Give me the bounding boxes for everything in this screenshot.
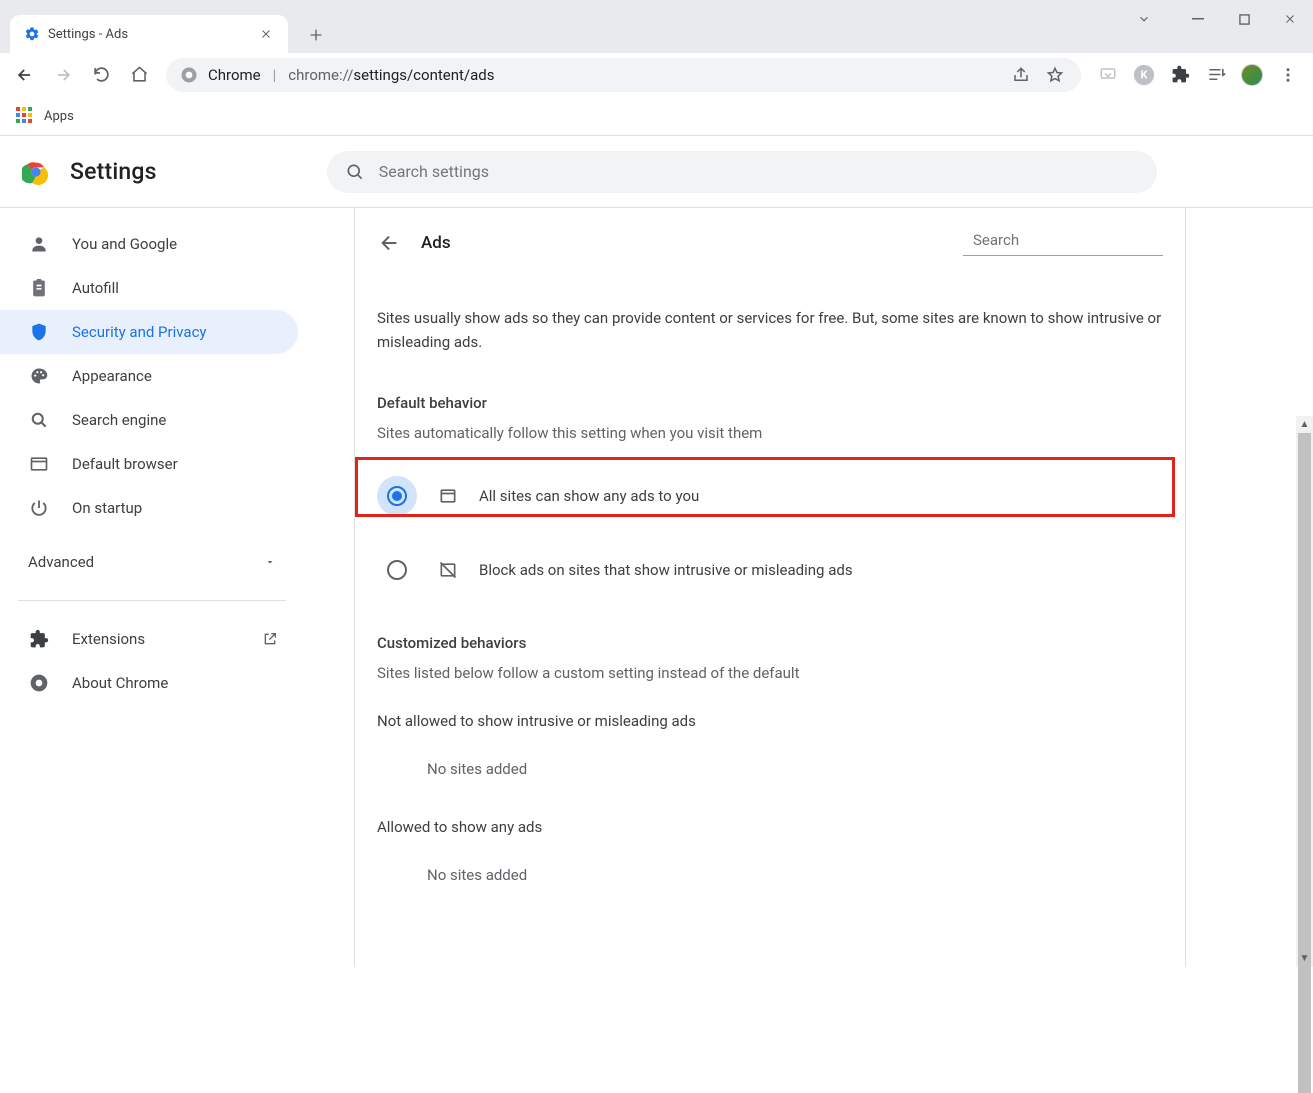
settings-sidebar: You and Google Autofill Security and Pri… bbox=[0, 208, 304, 967]
search-icon bbox=[28, 409, 50, 431]
panel-title: Ads bbox=[421, 233, 451, 253]
sidebar-item-on-startup[interactable]: On startup bbox=[0, 486, 298, 530]
sidebar-item-autofill[interactable]: Autofill bbox=[0, 266, 298, 310]
clipboard-icon bbox=[28, 277, 50, 299]
kebab-menu-icon[interactable] bbox=[1271, 58, 1305, 92]
option-block-label: Block ads on sites that show intrusive o… bbox=[479, 561, 853, 579]
not-allowed-heading: Not allowed to show intrusive or mislead… bbox=[377, 712, 1163, 730]
panel-back-button[interactable] bbox=[377, 230, 403, 256]
panel-search-input[interactable] bbox=[973, 231, 1172, 249]
option-block-row[interactable]: Block ads on sites that show intrusive o… bbox=[377, 536, 1163, 604]
browser-icon bbox=[28, 453, 50, 475]
person-icon bbox=[28, 233, 50, 255]
new-tab-button[interactable] bbox=[302, 21, 330, 49]
scroll-down-arrow[interactable]: ▼ bbox=[1296, 950, 1313, 967]
search-icon bbox=[345, 162, 365, 182]
omnibox[interactable]: Chrome | chrome://settings/content/ads bbox=[166, 58, 1081, 92]
profile-k-icon[interactable]: K bbox=[1127, 58, 1161, 92]
allowed-heading: Allowed to show any ads bbox=[377, 818, 1163, 836]
panel-description: Sites usually show ads so they can provi… bbox=[377, 306, 1163, 354]
pocket-icon[interactable] bbox=[1091, 58, 1125, 92]
window-titlebar: Settings - Ads bbox=[0, 0, 1313, 53]
power-icon bbox=[28, 497, 50, 519]
settings-main: You and Google Autofill Security and Pri… bbox=[0, 208, 1313, 967]
chrome-chip-icon bbox=[180, 66, 198, 84]
option-allow-row[interactable]: All sites can show any ads to you bbox=[377, 462, 1163, 530]
sidebar-advanced-toggle[interactable]: Advanced bbox=[0, 540, 304, 584]
sidebar-item-label: About Chrome bbox=[72, 674, 168, 692]
sidebar-item-label: Search engine bbox=[72, 411, 166, 429]
option-allow-label: All sites can show any ads to you bbox=[479, 487, 699, 505]
window-icon bbox=[437, 485, 459, 507]
bookmarks-bar: Apps bbox=[0, 97, 1313, 136]
sidebar-item-about-chrome[interactable]: About Chrome bbox=[0, 661, 298, 705]
sidebar-item-label: Appearance bbox=[72, 367, 152, 385]
panel-search-box[interactable] bbox=[963, 231, 1163, 256]
window-blocked-icon bbox=[437, 559, 459, 581]
radio-allow[interactable] bbox=[377, 476, 417, 516]
sidebar-item-extensions[interactable]: Extensions bbox=[0, 617, 298, 661]
svg-text:K: K bbox=[1141, 68, 1149, 81]
profile-avatar[interactable] bbox=[1235, 58, 1269, 92]
settings-header: Settings bbox=[0, 136, 1313, 208]
back-button[interactable] bbox=[8, 58, 42, 92]
reading-list-icon[interactable] bbox=[1199, 58, 1233, 92]
close-tab-icon[interactable] bbox=[258, 26, 274, 42]
forward-button[interactable] bbox=[46, 58, 80, 92]
tab-title: Settings - Ads bbox=[48, 27, 250, 42]
maximize-button[interactable] bbox=[1221, 0, 1267, 38]
chrome-mono-icon bbox=[28, 672, 50, 694]
sidebar-item-label: Autofill bbox=[72, 279, 119, 297]
sidebar-item-label: On startup bbox=[72, 499, 142, 517]
puzzle-icon bbox=[28, 628, 50, 650]
gear-icon bbox=[24, 26, 40, 42]
allowed-empty: No sites added bbox=[377, 866, 1163, 884]
close-window-button[interactable] bbox=[1267, 0, 1313, 38]
scroll-up-arrow[interactable]: ▲ bbox=[1296, 416, 1313, 433]
settings-panel: Ads Sites usually show ads so they can p… bbox=[354, 208, 1186, 967]
not-allowed-empty: No sites added bbox=[377, 760, 1163, 778]
scroll-thumb[interactable] bbox=[1298, 433, 1311, 1093]
sidebar-item-label: You and Google bbox=[72, 235, 177, 253]
customized-sub: Sites listed below follow a custom setti… bbox=[377, 664, 1163, 682]
browser-tab[interactable]: Settings - Ads bbox=[10, 15, 288, 53]
settings-search-box[interactable] bbox=[327, 151, 1157, 193]
sidebar-item-appearance[interactable]: Appearance bbox=[0, 354, 298, 398]
default-behavior-sub: Sites automatically follow this setting … bbox=[377, 424, 1163, 442]
external-link-icon bbox=[262, 631, 278, 647]
chrome-logo-icon bbox=[22, 158, 50, 186]
page-scrollbar[interactable]: ▲ ▼ bbox=[1296, 416, 1313, 967]
sidebar-item-search-engine[interactable]: Search engine bbox=[0, 398, 298, 442]
omnibox-text: Chrome | chrome://settings/content/ads bbox=[208, 66, 494, 84]
sidebar-item-default-browser[interactable]: Default browser bbox=[0, 442, 298, 486]
chevron-down-icon[interactable] bbox=[1121, 0, 1167, 38]
apps-grid-icon[interactable] bbox=[16, 107, 34, 125]
home-button[interactable] bbox=[122, 58, 156, 92]
settings-search-input[interactable] bbox=[379, 162, 1139, 181]
sidebar-item-security-privacy[interactable]: Security and Privacy bbox=[0, 310, 298, 354]
browser-toolbar: Chrome | chrome://settings/content/ads K bbox=[0, 53, 1313, 97]
reload-button[interactable] bbox=[84, 58, 118, 92]
extensions-puzzle-icon[interactable] bbox=[1163, 58, 1197, 92]
palette-icon bbox=[28, 365, 50, 387]
default-behavior-heading: Default behavior bbox=[377, 394, 1163, 412]
sidebar-item-label: Security and Privacy bbox=[72, 323, 207, 341]
bookmark-star-icon[interactable] bbox=[1043, 58, 1067, 92]
sidebar-item-label: Default browser bbox=[72, 455, 178, 473]
settings-title: Settings bbox=[70, 158, 157, 185]
minimize-button[interactable] bbox=[1175, 0, 1221, 38]
share-icon[interactable] bbox=[1009, 58, 1033, 92]
sidebar-item-label: Extensions bbox=[72, 630, 145, 648]
sidebar-item-you-and-google[interactable]: You and Google bbox=[0, 222, 298, 266]
caret-down-icon bbox=[264, 556, 276, 568]
window-controls bbox=[1121, 0, 1313, 38]
apps-label[interactable]: Apps bbox=[44, 109, 74, 124]
radio-block[interactable] bbox=[377, 550, 417, 590]
shield-icon bbox=[28, 321, 50, 343]
customized-heading: Customized behaviors bbox=[377, 634, 1163, 652]
